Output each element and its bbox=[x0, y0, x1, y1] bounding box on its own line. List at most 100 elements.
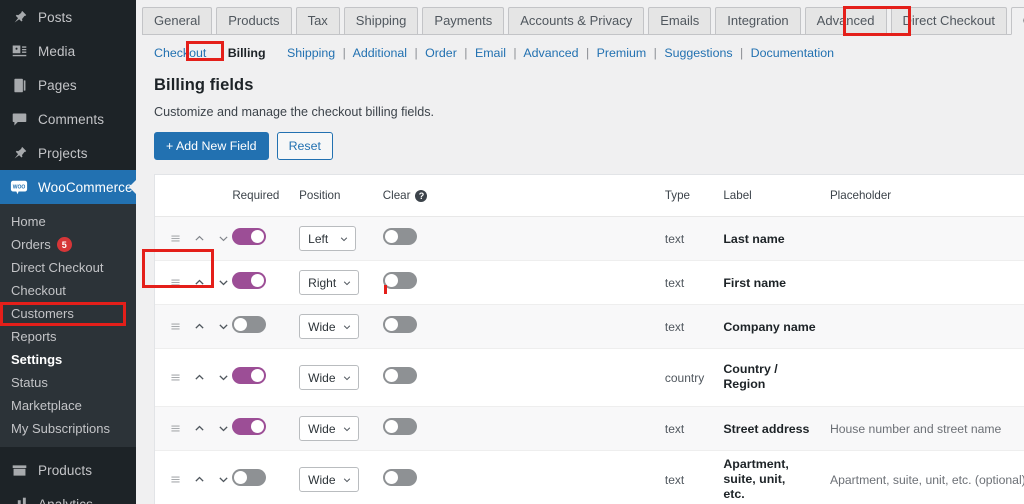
sidebar-item-projects[interactable]: Projects bbox=[0, 136, 136, 170]
sidebar-item-pages[interactable]: Pages bbox=[0, 68, 136, 102]
submenu-item-checkout[interactable]: Checkout bbox=[0, 279, 136, 302]
type-value: text bbox=[664, 231, 685, 246]
help-icon[interactable]: ? bbox=[415, 189, 428, 202]
submenu-item-my-subscriptions[interactable]: My Subscriptions bbox=[0, 417, 136, 440]
settings-tabs-wrapper: General Products Tax Shipping Payments A… bbox=[136, 0, 1024, 35]
submenu-item-direct-checkout[interactable]: Direct Checkout bbox=[0, 256, 136, 279]
submenu-item-customers[interactable]: Customers bbox=[0, 302, 136, 325]
move-down-icon[interactable] bbox=[217, 422, 230, 435]
move-up-icon[interactable] bbox=[193, 276, 206, 289]
sidebar-item-media[interactable]: Media bbox=[0, 34, 136, 68]
submenu-item-settings[interactable]: Settings bbox=[0, 348, 136, 371]
position-select[interactable]: Wide bbox=[299, 467, 359, 492]
subnav-item-suggestions[interactable]: Suggestions bbox=[664, 46, 732, 60]
clear-toggle[interactable] bbox=[382, 315, 417, 333]
drag-handle-icon[interactable] bbox=[169, 320, 182, 333]
subnav-item-billing[interactable]: Billing bbox=[225, 45, 269, 61]
required-toggle[interactable] bbox=[232, 227, 267, 245]
reset-button[interactable]: Reset bbox=[276, 132, 333, 160]
move-up-icon[interactable] bbox=[193, 320, 206, 333]
tab-checkout[interactable]: Checkout bbox=[1010, 7, 1024, 35]
move-down-icon[interactable] bbox=[217, 276, 230, 289]
submenu-item-reports[interactable]: Reports bbox=[0, 325, 136, 348]
clear-cell bbox=[382, 304, 509, 349]
drag-handle-icon[interactable] bbox=[169, 276, 182, 289]
submenu-item-label: Marketplace bbox=[11, 398, 82, 413]
submenu-item-orders[interactable]: Orders 5 bbox=[0, 233, 136, 256]
tab-general[interactable]: General bbox=[142, 7, 213, 34]
tab-shipping[interactable]: Shipping bbox=[343, 7, 419, 34]
required-toggle[interactable] bbox=[232, 468, 267, 486]
pages-icon bbox=[9, 75, 29, 95]
drag-handle-icon[interactable] bbox=[169, 422, 182, 435]
submenu-item-label: My Subscriptions bbox=[11, 421, 110, 436]
placeholder-cell bbox=[829, 216, 1024, 261]
tab-payments[interactable]: Payments bbox=[422, 7, 505, 34]
move-up-icon[interactable] bbox=[193, 473, 206, 486]
move-down-icon[interactable] bbox=[217, 320, 230, 333]
submenu-item-status[interactable]: Status bbox=[0, 371, 136, 394]
comments-icon bbox=[9, 109, 29, 129]
move-up-icon[interactable] bbox=[193, 232, 206, 245]
subnav-item-email[interactable]: Email bbox=[475, 46, 506, 60]
add-new-field-button[interactable]: + Add New Field bbox=[154, 132, 269, 160]
svg-text:WOO: WOO bbox=[13, 184, 26, 190]
col-label: Label bbox=[723, 175, 830, 217]
subnav-item-shipping[interactable]: Shipping bbox=[287, 46, 335, 60]
required-toggle[interactable] bbox=[232, 366, 267, 384]
position-select[interactable]: Right bbox=[299, 270, 360, 295]
chevron-down-icon bbox=[343, 324, 350, 329]
position-select[interactable]: Left bbox=[299, 226, 357, 251]
subnav-item-advanced[interactable]: Advanced bbox=[523, 46, 578, 60]
subnav-item-premium[interactable]: Premium bbox=[597, 46, 647, 60]
media-icon bbox=[9, 41, 29, 61]
clear-toggle[interactable] bbox=[382, 366, 417, 384]
row-controls bbox=[169, 422, 232, 435]
tab-direct-checkout[interactable]: Direct Checkout bbox=[890, 7, 1007, 34]
position-cell: Wide bbox=[299, 450, 383, 504]
drag-handle-icon[interactable] bbox=[169, 473, 182, 486]
clear-toggle[interactable] bbox=[382, 271, 417, 289]
sidebar-item-posts[interactable]: Posts bbox=[0, 0, 136, 34]
drag-handle-icon[interactable] bbox=[169, 371, 182, 384]
clear-toggle[interactable] bbox=[382, 468, 417, 486]
tab-products[interactable]: Products bbox=[216, 7, 292, 34]
move-up-icon[interactable] bbox=[193, 371, 206, 384]
required-cell bbox=[232, 348, 300, 407]
tab-tax[interactable]: Tax bbox=[295, 7, 340, 34]
required-toggle[interactable] bbox=[232, 271, 267, 289]
move-down-icon[interactable] bbox=[217, 371, 230, 384]
sidebar-item-woocommerce[interactable]: WOO WooCommerce bbox=[0, 170, 136, 204]
subnav-item-checkout[interactable]: Checkout bbox=[154, 46, 206, 60]
clear-toggle[interactable] bbox=[382, 227, 417, 245]
position-select[interactable]: Wide bbox=[299, 365, 359, 390]
row-controls bbox=[169, 473, 232, 486]
tab-advanced[interactable]: Advanced bbox=[804, 7, 887, 34]
type-cell: text bbox=[664, 216, 724, 261]
tab-emails[interactable]: Emails bbox=[648, 7, 712, 34]
subnav-item-order[interactable]: Order bbox=[425, 46, 457, 60]
subnav-item-documentation[interactable]: Documentation bbox=[751, 46, 834, 60]
move-up-icon[interactable] bbox=[193, 422, 206, 435]
sidebar-item-comments[interactable]: Comments bbox=[0, 102, 136, 136]
subnav-item-additional[interactable]: Additional bbox=[353, 46, 407, 60]
required-toggle[interactable] bbox=[232, 315, 267, 333]
tab-integration[interactable]: Integration bbox=[715, 7, 801, 34]
position-value: Wide bbox=[308, 472, 336, 487]
sidebar-item-label: Media bbox=[38, 43, 76, 59]
required-toggle[interactable] bbox=[232, 417, 267, 435]
position-select[interactable]: Wide bbox=[299, 416, 359, 441]
label-cell: Company name bbox=[723, 304, 830, 349]
move-down-icon[interactable] bbox=[217, 473, 230, 486]
row-controls-cell bbox=[155, 216, 233, 261]
sidebar-item-analytics[interactable]: Analytics bbox=[0, 487, 136, 504]
clear-toggle[interactable] bbox=[382, 417, 417, 435]
submenu-item-marketplace[interactable]: Marketplace bbox=[0, 394, 136, 417]
position-select[interactable]: Wide bbox=[299, 314, 359, 339]
tab-accounts-privacy[interactable]: Accounts & Privacy bbox=[508, 7, 645, 34]
billing-fields-table: Required Position Clear ? Type Label Pla… bbox=[155, 175, 1024, 504]
move-down-icon[interactable] bbox=[217, 232, 230, 245]
sidebar-item-products[interactable]: Products bbox=[0, 453, 136, 487]
drag-handle-icon[interactable] bbox=[169, 232, 182, 245]
submenu-item-home[interactable]: Home bbox=[0, 210, 136, 233]
